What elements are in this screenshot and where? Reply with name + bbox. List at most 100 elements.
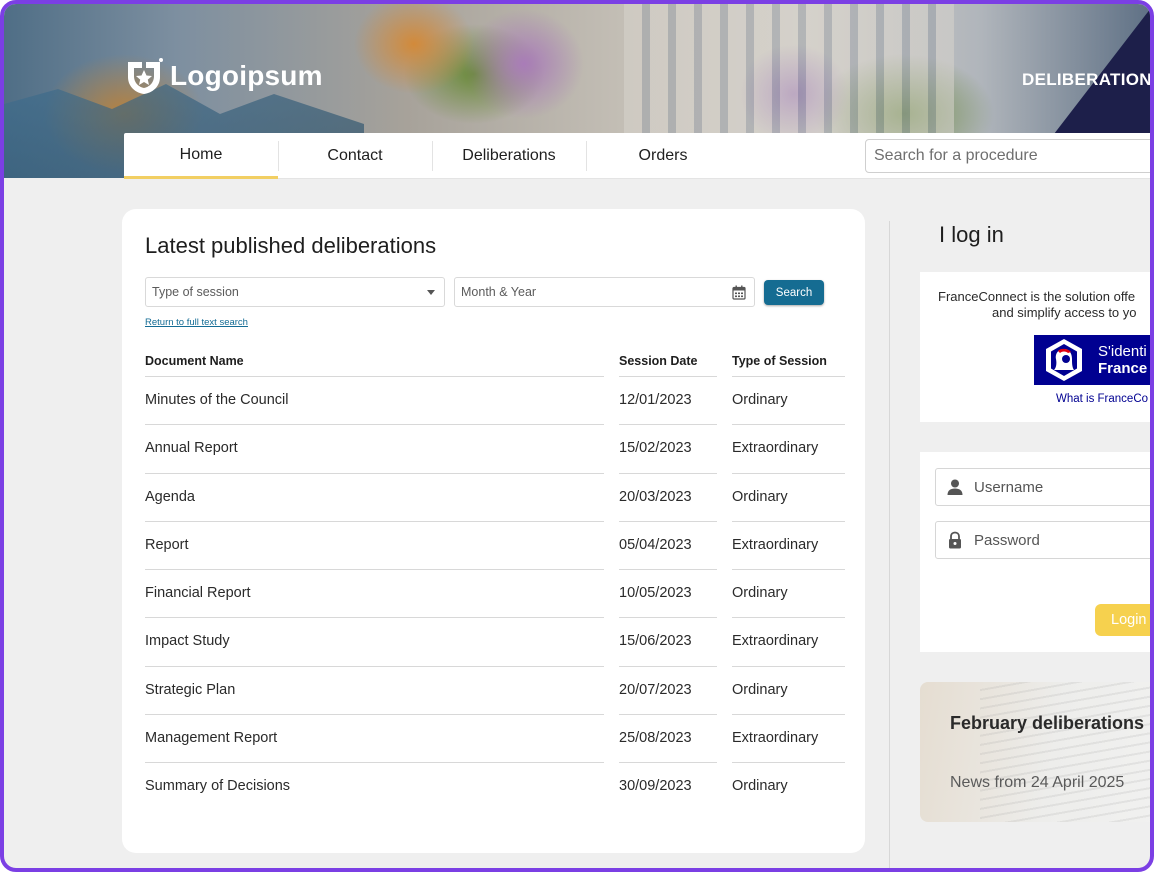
banner-corner-accent	[1054, 4, 1150, 134]
row-divider	[145, 472, 604, 474]
row-divider	[145, 762, 604, 764]
password-input[interactable]	[974, 531, 1150, 549]
deliberations-card: Latest published deliberations Type of s…	[122, 209, 865, 853]
franceconnect-button[interactable]: S'identi France	[1034, 335, 1150, 385]
row-divider	[619, 472, 717, 474]
row-divider	[619, 762, 717, 764]
row-divider	[619, 424, 717, 426]
table-row[interactable]: Minutes of the Council 12/01/2023 Ordina…	[145, 376, 845, 424]
table-row[interactable]: Strategic Plan 20/07/2023 Ordinary	[145, 665, 845, 714]
news-card[interactable]: February deliberations News from 24 Apri…	[920, 682, 1150, 822]
row-divider	[145, 714, 604, 716]
row-divider	[145, 376, 604, 377]
tab-orders[interactable]: Orders	[586, 133, 740, 179]
month-year-placeholder: Month & Year	[461, 285, 537, 299]
row-divider	[732, 569, 845, 571]
row-divider	[619, 714, 717, 716]
card-title: Latest published deliberations	[145, 233, 437, 258]
row-divider	[619, 617, 717, 619]
row-divider	[732, 665, 845, 667]
table-row[interactable]: Agenda 20/03/2023 Ordinary	[145, 472, 845, 521]
document-name-cell[interactable]: Agenda	[145, 489, 195, 505]
username-input[interactable]	[974, 478, 1150, 496]
session-date-cell: 10/05/2023	[619, 585, 692, 602]
row-divider	[732, 424, 845, 426]
session-type-cell: Extraordinary	[732, 536, 819, 553]
table-row[interactable]: Management Report 25/08/2023 Extraordina…	[145, 714, 845, 762]
session-type-cell: Extraordinary	[732, 730, 819, 747]
session-type-cell: Ordinary	[732, 488, 788, 505]
franceconnect-description: FranceConnect is the solution offe and s…	[938, 289, 1150, 321]
row-divider	[619, 569, 717, 571]
session-type-select[interactable]: Type of session	[145, 277, 445, 307]
document-name-cell[interactable]: Annual Report	[145, 440, 238, 456]
table-row[interactable]: Summary of Decisions 30/09/2023 Ordinary	[145, 762, 845, 810]
document-name-cell[interactable]: Financial Report	[145, 585, 251, 601]
user-icon	[947, 479, 963, 495]
franceconnect-text-line1: FranceConnect is the solution offe	[938, 289, 1136, 304]
row-divider	[732, 617, 845, 619]
tab-home[interactable]: Home	[124, 133, 278, 179]
row-divider	[619, 376, 717, 377]
table-header: Document Name Session Date Type of Sessi…	[145, 354, 845, 376]
month-year-input[interactable]: Month & Year	[454, 277, 755, 307]
franceconnect-card: FranceConnect is the solution offe and s…	[920, 272, 1150, 422]
column-divider	[889, 221, 890, 868]
tab-deliberations[interactable]: Deliberations	[432, 133, 586, 179]
session-type-cell: Extraordinary	[732, 440, 819, 457]
lock-icon	[949, 531, 961, 549]
login-form-card: Login	[920, 452, 1150, 652]
document-name-cell[interactable]: Management Report	[145, 730, 277, 746]
table-row[interactable]: Impact Study 15/06/2023 Extraordinary	[145, 617, 845, 665]
table-row[interactable]: Financial Report 10/05/2023 Ordinary	[145, 569, 845, 617]
franceconnect-text-line2: and simplify access to yo	[992, 305, 1137, 320]
login-button[interactable]: Login	[1095, 604, 1150, 636]
site-logo[interactable]: Logoipsum	[124, 56, 323, 96]
row-divider	[732, 714, 845, 716]
franceconnect-button-label: S'identi France	[1098, 343, 1147, 377]
session-type-cell: Ordinary	[732, 681, 788, 698]
session-type-cell: Ordinary	[732, 778, 788, 795]
username-field[interactable]	[935, 468, 1150, 506]
document-name-cell[interactable]: Summary of Decisions	[145, 778, 290, 794]
document-name-cell[interactable]: Impact Study	[145, 633, 230, 649]
session-date-cell: 20/03/2023	[619, 488, 692, 505]
password-field[interactable]	[935, 521, 1150, 559]
row-divider	[732, 762, 845, 764]
news-date: News from 24 April 2025	[950, 774, 1125, 791]
row-divider	[145, 617, 604, 619]
row-divider	[732, 472, 845, 474]
session-type-placeholder: Type of session	[152, 285, 239, 299]
column-header-session-type[interactable]: Type of Session	[732, 354, 827, 368]
document-name-cell[interactable]: Minutes of the Council	[145, 392, 288, 408]
column-header-session-date[interactable]: Session Date	[619, 354, 698, 368]
row-divider	[732, 376, 845, 377]
document-name-cell[interactable]: Report	[145, 537, 189, 553]
table-row[interactable]: Report 05/04/2023 Extraordinary	[145, 520, 845, 569]
document-name-cell[interactable]: Strategic Plan	[145, 682, 235, 698]
session-date-cell: 20/07/2023	[619, 681, 692, 698]
row-divider	[619, 665, 717, 667]
column-header-document-name[interactable]: Document Name	[145, 354, 244, 368]
session-date-cell: 15/06/2023	[619, 633, 692, 650]
row-divider	[619, 520, 717, 522]
session-date-cell: 05/04/2023	[619, 536, 692, 553]
session-type-cell: Ordinary	[732, 392, 788, 408]
table-row[interactable]: Annual Report 15/02/2023 Extraordinary	[145, 424, 845, 472]
session-date-cell: 15/02/2023	[619, 440, 692, 457]
chevron-down-icon	[427, 290, 435, 295]
row-divider	[145, 665, 604, 667]
fulltext-search-link[interactable]: Return to full text search	[145, 317, 248, 328]
what-is-franceconnect-link[interactable]: What is FranceCo	[1056, 393, 1148, 405]
tab-contact[interactable]: Contact	[278, 133, 432, 179]
news-title[interactable]: February deliberations	[950, 713, 1144, 734]
search-button[interactable]: Search	[764, 280, 824, 305]
session-date-cell: 25/08/2023	[619, 730, 692, 747]
franceconnect-button-line1: S'identi	[1098, 343, 1147, 360]
row-divider	[732, 520, 845, 522]
logo-text: Logoipsum	[170, 60, 323, 91]
banner-title: DELIBERATIONS	[1022, 70, 1154, 89]
page-frame: Logoipsum DELIBERATIONS Home Contact Del…	[0, 0, 1154, 872]
deliberations-table: Minutes of the Council 12/01/2023 Ordina…	[145, 376, 845, 811]
procedure-search-input[interactable]	[865, 139, 1150, 173]
